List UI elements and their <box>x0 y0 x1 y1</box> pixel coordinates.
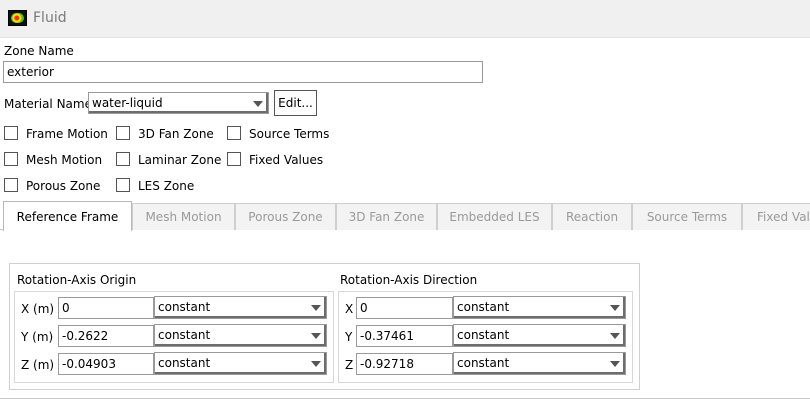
direction-y-method-select[interactable]: constant <box>453 324 626 347</box>
edit-material-button[interactable]: Edit... <box>274 90 317 116</box>
direction-z-label: Z <box>345 358 354 372</box>
origin-z-input[interactable] <box>58 353 154 375</box>
fixed-values-label: Fixed Values <box>249 153 324 167</box>
fixed-values-checkbox[interactable] <box>227 152 241 166</box>
3d-fan-zone-checkbox[interactable] <box>116 126 130 140</box>
origin-y-method-select[interactable]: constant <box>154 324 327 347</box>
direction-y-label: Y <box>345 330 353 344</box>
panel-bottom-divider <box>0 398 810 399</box>
tab-mesh-motion[interactable]: Mesh Motion <box>132 203 235 230</box>
origin-z-method-value: constant <box>158 356 211 370</box>
tab-embedded-les[interactable]: Embedded LES <box>437 203 552 230</box>
mesh-motion-label: Mesh Motion <box>26 153 103 167</box>
laminar-zone-label: Laminar Zone <box>138 153 222 167</box>
direction-z-method-value: constant <box>457 356 510 370</box>
tab-fixed-values[interactable]: Fixed Val <box>742 203 810 230</box>
chevron-down-icon <box>311 361 321 367</box>
zone-name-input[interactable] <box>3 61 483 83</box>
mesh-motion-checkbox[interactable] <box>4 152 18 166</box>
chevron-down-icon <box>311 333 321 339</box>
chevron-down-icon <box>610 361 620 367</box>
direction-y-input[interactable] <box>356 325 453 347</box>
material-select-value: water-liquid <box>92 96 163 110</box>
porous-zone-checkbox[interactable] <box>4 178 18 192</box>
origin-x-input[interactable] <box>58 297 154 319</box>
tab-reaction[interactable]: Reaction <box>552 203 632 230</box>
rotation-axis-direction-title: Rotation-Axis Direction <box>340 273 478 287</box>
material-name-label: Material Name <box>4 97 92 111</box>
tab-porous-zone[interactable]: Porous Zone <box>235 203 336 230</box>
direction-y-method-value: constant <box>457 328 510 342</box>
origin-x-method-select[interactable]: constant <box>154 296 327 319</box>
material-select[interactable]: water-liquid <box>88 92 269 114</box>
tab-3d-fan-zone[interactable]: 3D Fan Zone <box>336 203 437 230</box>
chevron-down-icon <box>311 305 321 311</box>
3d-fan-zone-label: 3D Fan Zone <box>138 127 214 141</box>
laminar-zone-checkbox[interactable] <box>116 152 130 166</box>
direction-x-method-value: constant <box>457 300 510 314</box>
origin-z-label: Z (m) <box>21 358 55 372</box>
title-bar <box>0 0 810 38</box>
origin-y-label: Y (m) <box>21 330 54 344</box>
origin-x-method-value: constant <box>158 300 211 314</box>
direction-x-method-select[interactable]: constant <box>453 296 626 319</box>
direction-x-input[interactable] <box>356 297 453 319</box>
direction-z-method-select[interactable]: constant <box>453 352 626 375</box>
window-title: Fluid <box>33 10 67 26</box>
chevron-down-icon <box>253 101 263 107</box>
direction-z-input[interactable] <box>356 353 453 375</box>
frame-motion-label: Frame Motion <box>26 127 108 141</box>
zone-name-label: Zone Name <box>4 44 74 58</box>
origin-y-method-value: constant <box>158 328 211 342</box>
origin-z-method-select[interactable]: constant <box>154 352 327 375</box>
tab-reference-frame[interactable]: Reference Frame <box>3 201 132 231</box>
porous-zone-label: Porous Zone <box>26 179 101 193</box>
source-terms-label: Source Terms <box>249 127 330 141</box>
les-zone-checkbox[interactable] <box>116 178 130 192</box>
origin-y-input[interactable] <box>58 325 154 347</box>
chevron-down-icon <box>610 333 620 339</box>
source-terms-checkbox[interactable] <box>227 126 241 140</box>
direction-x-label: X <box>345 302 354 316</box>
chevron-down-icon <box>610 305 620 311</box>
origin-x-label: X (m) <box>21 302 55 316</box>
fluent-app-icon <box>8 10 27 26</box>
les-zone-label: LES Zone <box>138 179 195 193</box>
frame-motion-checkbox[interactable] <box>4 126 18 140</box>
tab-source-terms[interactable]: Source Terms <box>632 203 742 230</box>
rotation-axis-origin-title: Rotation-Axis Origin <box>17 273 137 287</box>
